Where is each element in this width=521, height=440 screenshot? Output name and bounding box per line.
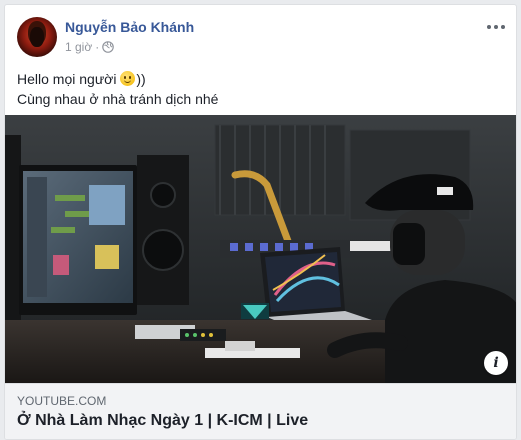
author-avatar[interactable] (17, 17, 57, 57)
post-card: Nguyễn Bảo Khánh 1 giờ · Hello mọi người… (4, 4, 517, 440)
smile-emoji-icon (120, 71, 136, 86)
studio-photo (5, 115, 516, 383)
author-name[interactable]: Nguyễn Bảo Khánh (65, 19, 194, 35)
post-text: Hello mọi người )) Cùng nhau ở nhà tránh… (17, 69, 218, 109)
post-text-line-1: Hello mọi người )) (17, 69, 218, 89)
link-preview-image[interactable]: i (5, 115, 516, 383)
link-title[interactable]: Ở Nhà Làm Nhạc Ngày 1 | K-ICM | Live (17, 412, 308, 430)
post-meta: 1 giờ · (65, 40, 115, 54)
post-text-line-1-content: Hello mọi người (17, 71, 121, 87)
post-header: Nguyễn Bảo Khánh 1 giờ · (5, 5, 516, 65)
meta-separator: · (95, 40, 100, 54)
more-horizontal-icon[interactable] (484, 19, 508, 35)
link-domain: YOUTUBE.COM (17, 394, 107, 408)
link-caption[interactable]: YOUTUBE.COM Ở Nhà Làm Nhạc Ngày 1 | K-IC… (5, 383, 516, 439)
info-icon[interactable]: i (484, 351, 508, 375)
post-timestamp[interactable]: 1 giờ (65, 40, 92, 54)
post-text-line-2: Cùng nhau ở nhà tránh dịch nhé (17, 91, 219, 107)
post-text-line-1-suffix: )) (136, 71, 146, 87)
globe-icon[interactable] (102, 41, 115, 53)
